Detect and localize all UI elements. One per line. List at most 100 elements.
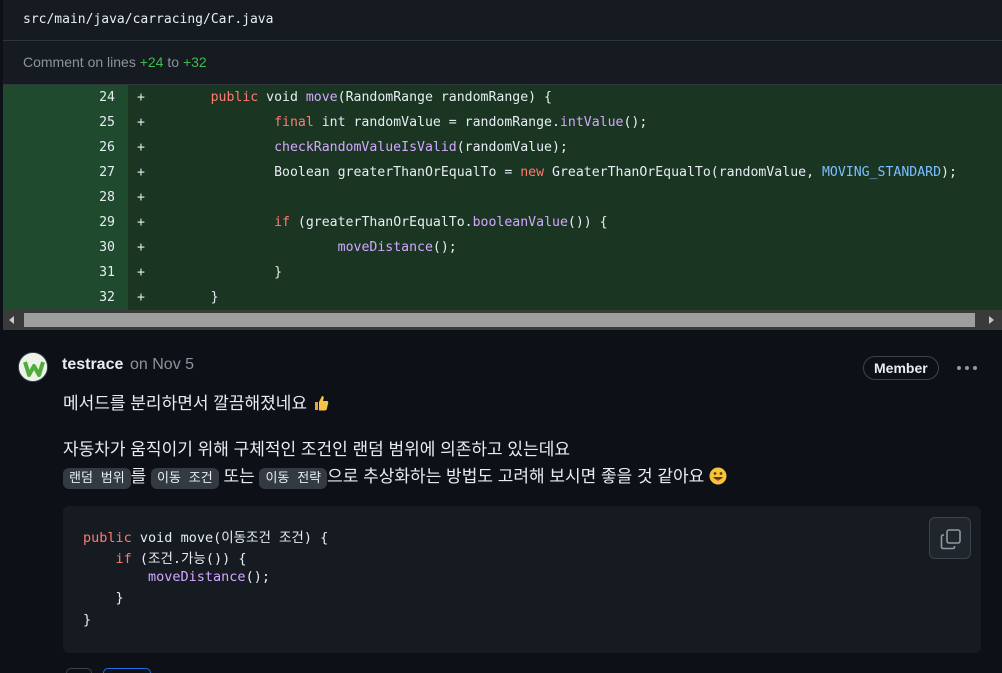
diff-line[interactable]: 29 + if (greaterThanOrEqualTo.booleanValu… (3, 210, 1002, 235)
code-token: new (520, 165, 545, 180)
code-token: public (210, 90, 259, 105)
diff-line[interactable]: 27 + Boolean greaterThanOrEqualTo = new G… (3, 160, 1002, 185)
code-token: checkRandomValueIsValid (274, 140, 457, 155)
comment-line-3-text-3: 으로 추상화하는 방법도 고려해 보시면 좋을 것 같아요 (327, 467, 705, 486)
code-token: if (274, 215, 290, 230)
diff-line-code: public void move(RandomRange randomRange… (155, 85, 552, 110)
scrollbar-thumb[interactable] (24, 313, 975, 327)
diff-line-number[interactable]: 26 (3, 135, 128, 160)
scroll-left-arrow-icon[interactable] (9, 316, 14, 324)
diff-line[interactable]: 28 + (3, 185, 1002, 210)
code-block-line: moveDistance(); (83, 569, 270, 585)
diff-addition-marker: + (137, 265, 145, 280)
code-token: void (258, 90, 306, 105)
horizontal-scrollbar[interactable] (3, 310, 1002, 330)
comment-line-2: 자동차가 움직이기 위해 구체적인 조건인 랜덤 범위에 의존하고 있는데요 (63, 440, 570, 459)
member-badge: Member (863, 356, 939, 380)
diff-line-code: } (155, 260, 282, 285)
code-token: intValue (559, 115, 624, 130)
kebab-horizontal-icon[interactable] (955, 358, 979, 378)
diff-addition-marker: + (137, 115, 145, 130)
code-block-line: public void move(이동조건 조건) { (83, 526, 328, 546)
inline-code-move-strategy: 이동 전략 (259, 468, 328, 489)
code-token: (); (432, 240, 457, 255)
comment-author[interactable]: testrace (62, 356, 123, 374)
diff-addition-marker: + (137, 165, 145, 180)
scroll-right-arrow-icon[interactable] (989, 316, 994, 324)
copy-button[interactable] (929, 517, 971, 559)
diff-line[interactable]: 26 + checkRandomValueIsValid(randomValue)… (3, 135, 1002, 160)
code-token: ()) { (567, 215, 608, 230)
code-token: ); (941, 165, 957, 180)
diff-line[interactable]: 31 + } (3, 260, 1002, 285)
reaction-button[interactable] (66, 668, 92, 673)
thumbs-up-emoji (312, 394, 330, 412)
diff-line-code: if (greaterThanOrEqualTo.booleanValue())… (155, 210, 608, 235)
diff-line-code: } (155, 285, 219, 310)
grinning-tongue-emoji (709, 467, 727, 485)
code-token: (); (245, 569, 270, 585)
comment-range-start: +24 (139, 54, 164, 70)
inline-code-random-range: 랜덤 범위 (63, 468, 131, 489)
code-token: move (305, 90, 338, 105)
diff-addition-marker: + (137, 190, 145, 205)
inline-code-move-condition: 이동 조건 (151, 468, 219, 489)
diff-line-number[interactable]: 24 (3, 85, 128, 110)
diff-line-number[interactable]: 29 (3, 210, 128, 235)
comment-line-3-text-2: 또는 (218, 467, 260, 486)
code-token: int randomValue = randomRange. (313, 115, 560, 130)
comment-date[interactable]: on Nov 5 (130, 356, 194, 374)
diff-addition-marker: + (137, 140, 145, 155)
diff-addition-marker: + (137, 240, 145, 255)
comment-range-middle: to (163, 54, 183, 70)
code-token: moveDistance (337, 240, 433, 255)
code-token: moveDistance (148, 569, 246, 585)
file-header: src/main/java/carracing/Car.java (3, 0, 1002, 41)
comment-line-3: 랜덤 범위 를 이동 조건 또는 이동 전략 으로 추상화하는 방법도 고려해 보시… (63, 462, 727, 489)
code-token: } (83, 590, 124, 606)
comment-line-3-text-1: 를 (130, 467, 152, 486)
diff-line[interactable]: 32 + } (3, 285, 1002, 310)
avatar[interactable] (18, 352, 48, 382)
diff-line[interactable]: 24 + public void move(RandomRange randomR… (3, 85, 1002, 110)
diff-addition-marker: + (137, 90, 145, 105)
code-token: move (180, 530, 214, 546)
diff-line[interactable]: 30 + moveDistance(); (3, 235, 1002, 260)
comment-range-prefix: Comment on lines (23, 54, 140, 70)
reaction-button[interactable] (103, 668, 151, 673)
comment-line-1-text: 메서드를 분리하면서 깔끔해졌네요 (63, 394, 308, 413)
diff-line[interactable]: 25 + final int randomValue = randomRange.… (3, 110, 1002, 135)
code-token: } (155, 265, 283, 280)
code-block-line: } (83, 590, 124, 606)
code-token: (조건.가능()) { (131, 551, 247, 567)
diff-line-number[interactable]: 28 (3, 185, 128, 210)
diff-hunk: 24 + public void move(RandomRange randomR… (3, 85, 1002, 310)
code-token: } (83, 612, 92, 628)
comment-range: Comment on lines +24 to +32 (3, 41, 1002, 85)
diff-addition-marker: + (137, 215, 145, 230)
diff-line-number[interactable]: 30 (3, 235, 128, 260)
code-token: (randomValue); (456, 140, 568, 155)
code-token: (RandomRange randomRange) { (337, 90, 552, 105)
file-path[interactable]: src/main/java/carracing/Car.java (23, 12, 273, 27)
diff-line-number[interactable]: 27 (3, 160, 128, 185)
code-token: if (115, 551, 132, 567)
diff-line-code: moveDistance(); (155, 235, 457, 260)
code-token: void (131, 530, 181, 546)
code-token: GreaterThanOrEqualTo(randomValue, (544, 165, 822, 180)
diff-line-number[interactable]: 31 (3, 260, 128, 285)
diff-line-number[interactable]: 25 (3, 110, 128, 135)
code-block-line: } (83, 612, 91, 628)
diff-line-number[interactable]: 32 (3, 285, 128, 310)
code-token: (); (623, 115, 648, 130)
diff-line-code: final int randomValue = randomRange.intV… (155, 110, 647, 135)
diff-addition-marker: + (137, 290, 145, 305)
code-token: (greaterThanOrEqualTo. (289, 215, 473, 230)
diff-line-code: checkRandomValueIsValid(randomValue); (155, 135, 568, 160)
